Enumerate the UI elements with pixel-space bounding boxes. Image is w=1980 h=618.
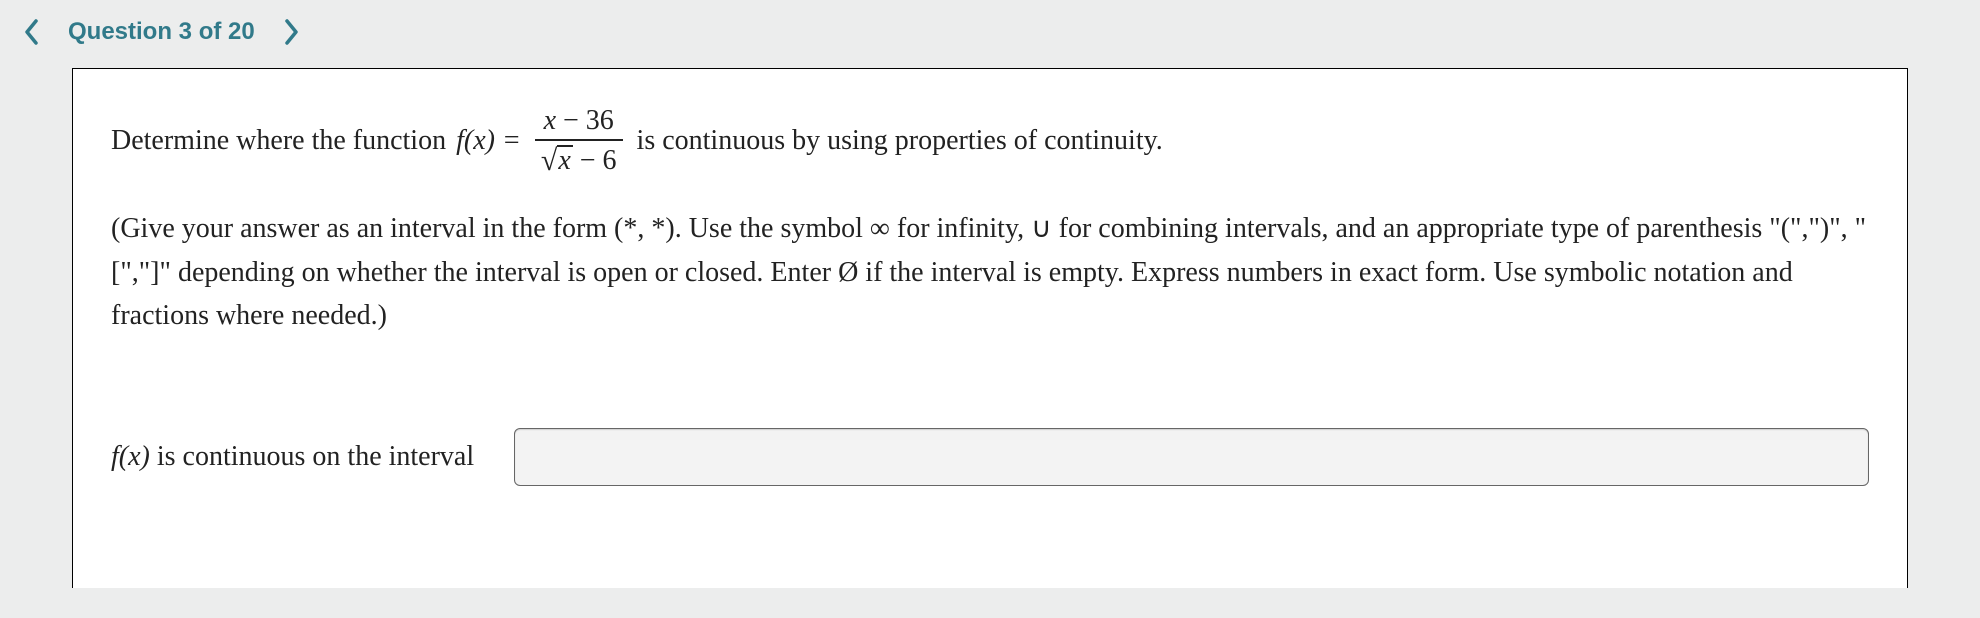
function-name: f(x) =: [456, 119, 521, 162]
answer-label: f(x) is continuous on the interval: [111, 435, 474, 478]
fraction-bar: [535, 139, 623, 141]
question-nav: Question 3 of 20: [0, 0, 1980, 68]
question-prompt: Determine where the function f(x) = x − …: [111, 105, 1869, 177]
chevron-left-icon: [24, 19, 40, 45]
next-question-button[interactable]: [283, 19, 299, 45]
fraction: x − 36 √ x − 6: [535, 105, 623, 177]
chevron-right-icon: [283, 19, 299, 45]
prompt-lead-text: Determine where the function: [111, 119, 446, 162]
question-card: Determine where the function f(x) = x − …: [72, 68, 1908, 588]
answer-format-instructions: (Give your answer as an interval in the …: [111, 207, 1869, 337]
square-root: √ x: [541, 145, 573, 175]
radical-sign-icon: √: [541, 146, 557, 176]
question-position-label: Question 3 of 20: [68, 18, 255, 46]
prev-question-button[interactable]: [24, 19, 40, 45]
fraction-numerator: x − 36: [538, 105, 620, 137]
interval-answer-input[interactable]: [514, 428, 1869, 486]
answer-row: f(x) is continuous on the interval: [111, 428, 1869, 486]
prompt-trail-text: is continuous by using properties of con…: [637, 119, 1163, 162]
fraction-denominator: √ x − 6: [535, 145, 623, 177]
